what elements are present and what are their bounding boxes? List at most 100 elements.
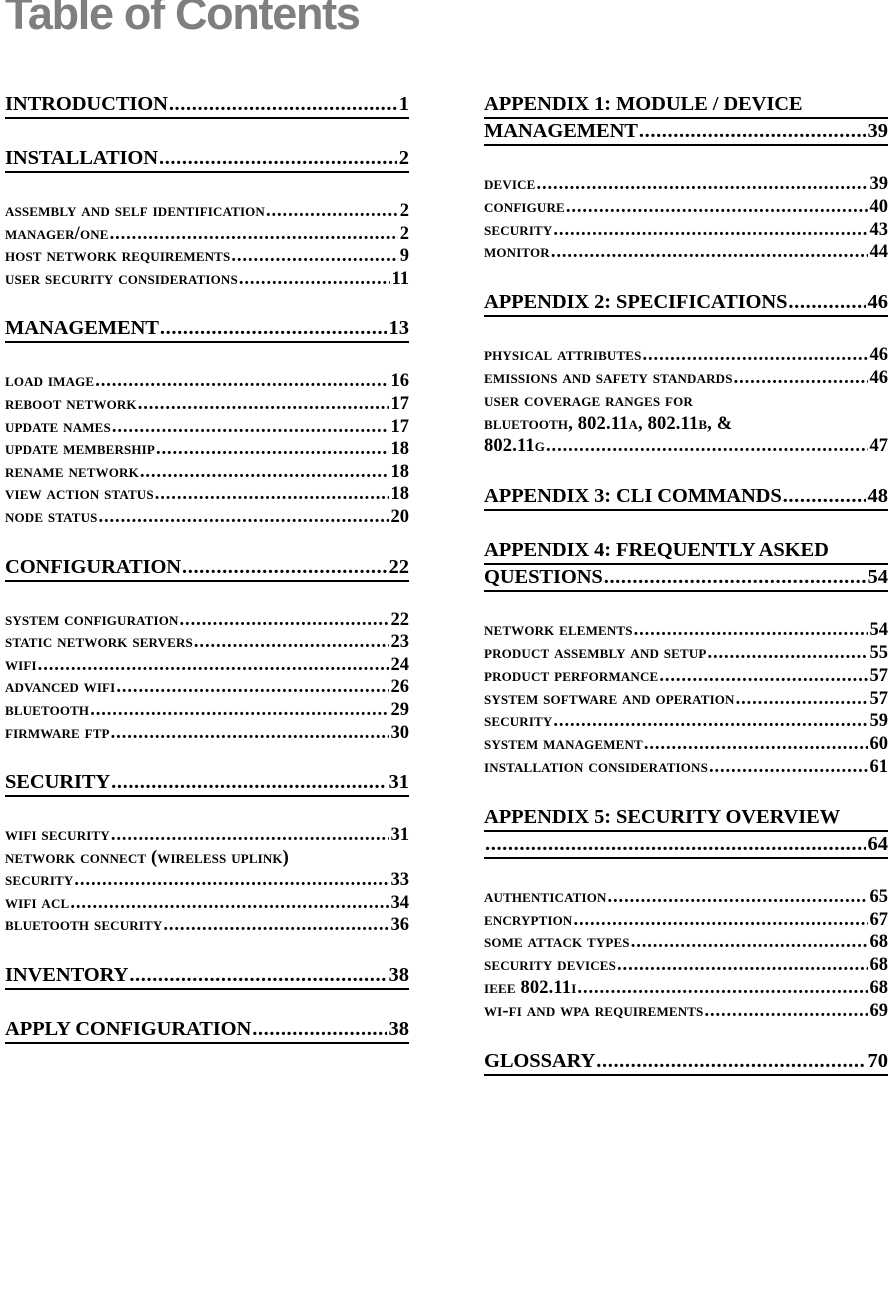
toc-subentry[interactable]: Emissions and Safety Standards 46 [484, 367, 888, 390]
toc-entry-label: Rename Network [5, 461, 139, 482]
toc-entry-label: Network Connect (wireless uplink) [5, 847, 289, 868]
toc-entry-label: INVENTORY [5, 964, 129, 987]
toc-page: Table of Contents INTRODUCTION 1 INSTALLAT… [0, 0, 891, 1300]
toc-entry-label: Device [484, 174, 536, 194]
toc-entry-line: WiFi 24 [5, 654, 409, 677]
toc-heading-apply-configuration[interactable]: APPLY CONFIGURATION 38 [5, 1017, 409, 1045]
toc-heading-appendix-4[interactable]: APPENDIX 4: FREQUENTLY ASKED QUESTIONS 54 [484, 538, 888, 593]
toc-entry-line: INVENTORY 38 [5, 963, 409, 991]
dot-leader [546, 435, 867, 458]
toc-entry-line: Device 39 [484, 173, 888, 196]
toc-entry-line: Manager/one 2 [5, 223, 409, 246]
toc-subentry[interactable]: Physical Attributes 46 [484, 344, 888, 367]
dot-leader [577, 977, 867, 1000]
toc-entry-line: WiFi ACL 34 [5, 892, 409, 915]
toc-subentry[interactable]: Bluetooth 29 [5, 699, 409, 722]
toc-subentry[interactable]: Security 33 [5, 869, 409, 892]
toc-subentry[interactable]: Node Status 20 [5, 506, 409, 529]
toc-heading-inventory[interactable]: INVENTORY 38 [5, 963, 409, 991]
toc-subentry[interactable]: Network Connect (wireless uplink) [5, 847, 409, 870]
toc-subentry[interactable]: Load Image 16 [5, 370, 409, 393]
toc-subentry[interactable]: Network Elements 54 [484, 619, 888, 642]
toc-subentry[interactable]: System Management 60 [484, 733, 888, 756]
toc-subentry[interactable]: Advanced WiFi 26 [5, 676, 409, 699]
toc-entry-line: APPLY CONFIGURATION 38 [5, 1017, 409, 1045]
toc-entry-label: MANAGEMENT [484, 120, 638, 142]
toc-entry-label: Reboot Network [5, 393, 137, 414]
toc-subentry[interactable]: Installation Considerations 61 [484, 756, 888, 779]
toc-subentry[interactable]: User Coverage Ranges for [484, 390, 888, 413]
toc-heading-glossary[interactable]: GLOSSARY 70 [484, 1049, 888, 1076]
toc-subentry[interactable]: WiFi ACL 34 [5, 892, 409, 915]
toc-entry-line: Firmware Ftp 30 [5, 722, 409, 745]
toc-page-number: 31 [388, 771, 410, 794]
toc-entry-line: Node Status 20 [5, 506, 409, 529]
toc-entry-label: Monitor [484, 242, 550, 263]
toc-subentry[interactable]: Manager/one 2 [5, 223, 409, 246]
toc-subentry[interactable]: Host Network Requirements 9 [5, 245, 409, 268]
dot-leader [138, 393, 389, 416]
dot-leader [252, 1017, 386, 1042]
toc-subentry[interactable]: Security 43 [484, 219, 888, 242]
dot-leader [704, 1000, 867, 1023]
toc-heading-appendix-1[interactable]: APPENDIX 1: MODULE / DEVICE MANAGEMENT 39 [484, 92, 888, 146]
toc-subentry[interactable]: Rename Network 18 [5, 461, 409, 484]
toc-heading-introduction[interactable]: INTRODUCTION 1 [5, 92, 409, 119]
toc-heading-appendix-5[interactable]: APPENDIX 5: SECURITY OVERVIEW 64 [484, 805, 888, 859]
toc-page-number: 24 [390, 654, 410, 675]
toc-subentry[interactable]: IEEE 802.11i 68 [484, 977, 888, 1000]
toc-page-number: 68 [869, 977, 889, 998]
toc-entry-line: Advanced WiFi 26 [5, 676, 409, 699]
toc-subentry[interactable]: Update Membership 18 [5, 438, 409, 461]
toc-entry-label: QUESTIONS [484, 566, 603, 589]
toc-subentry[interactable]: Security 59 [484, 710, 888, 733]
toc-subentry[interactable]: Bluetooth, 802.11a, 802.11b, & [484, 413, 888, 436]
toc-subentry[interactable]: Reboot Network 17 [5, 393, 409, 416]
toc-subentry[interactable]: Monitor 44 [484, 241, 888, 264]
toc-subentry[interactable]: User Security Considerations 11 [5, 268, 409, 291]
toc-subentry[interactable]: Security Devices 68 [484, 954, 888, 977]
toc-subentry[interactable]: System Software and Operation 57 [484, 688, 888, 711]
toc-subentry[interactable]: Some Attack Types 68 [484, 931, 888, 954]
toc-group-appendix-5-subentries: Authentication65Encryption67Some Attack … [484, 886, 888, 1023]
toc-heading-installation[interactable]: INSTALLATION 2 [5, 146, 409, 173]
toc-subentry[interactable]: Configure 40 [484, 196, 888, 219]
toc-entry-label: Security [484, 711, 553, 732]
toc-page-number: 68 [869, 932, 889, 953]
toc-subentry[interactable]: Product Assembly and Setup 55 [484, 642, 888, 665]
toc-subentry[interactable]: System Configuration 22 [5, 609, 409, 632]
toc-heading-appendix-2[interactable]: APPENDIX 2: SPECIFICATIONS 46 [484, 290, 888, 318]
toc-subentry[interactable]: Wi-Fi and WPA requirements 69 [484, 1000, 888, 1023]
toc-subentry[interactable]: Encryption 67 [484, 909, 888, 932]
toc-subentry[interactable]: Authentication 65 [484, 886, 888, 909]
dot-leader [634, 619, 868, 642]
toc-subentry[interactable]: WiFi Security 31 [5, 824, 409, 847]
toc-entry-label: WiFi [5, 654, 37, 675]
toc-subentry[interactable]: Static Network Servers 23 [5, 631, 409, 654]
toc-subentry[interactable]: Product Performance 57 [484, 665, 888, 688]
toc-subentry[interactable]: View Action Status 18 [5, 483, 409, 506]
toc-group-appendix-2-subentries: Physical Attributes46Emissions and Safet… [484, 344, 888, 458]
toc-subentry[interactable]: Device 39 [484, 173, 888, 196]
toc-subentry[interactable]: Bluetooth Security 36 [5, 914, 409, 937]
dot-leader [112, 416, 389, 439]
toc-heading-appendix-3[interactable]: APPENDIX 3: CLI COMMANDS 48 [484, 484, 888, 512]
toc-entry-label: Update Membership [5, 439, 155, 460]
dot-leader [231, 245, 397, 268]
toc-page-number: 55 [869, 642, 889, 663]
toc-entry-label: System Management [484, 734, 643, 755]
toc-heading-security[interactable]: SECURITY 31 [5, 770, 410, 798]
toc-heading-management[interactable]: MANAGEMENT 13 [5, 316, 409, 344]
toc-subentry[interactable]: 802.11g 47 [484, 435, 888, 458]
toc-subentry[interactable]: Firmware Ftp 30 [5, 722, 409, 745]
dot-leader [156, 438, 389, 461]
toc-subentry[interactable]: Update Names 17 [5, 416, 409, 439]
dot-leader [608, 886, 868, 909]
toc-entry-label: INTRODUCTION [5, 93, 168, 115]
toc-entry-label: Bluetooth, 802.11a, 802.11b, & [484, 413, 733, 434]
toc-page-number: 22 [388, 555, 410, 578]
toc-subentry[interactable]: Assembly and Self Identification 2 [5, 200, 409, 223]
toc-heading-configuration[interactable]: CONFIGURATION 22 [5, 555, 409, 582]
toc-page-number: 18 [390, 439, 410, 460]
toc-subentry[interactable]: WiFi 24 [5, 654, 409, 677]
